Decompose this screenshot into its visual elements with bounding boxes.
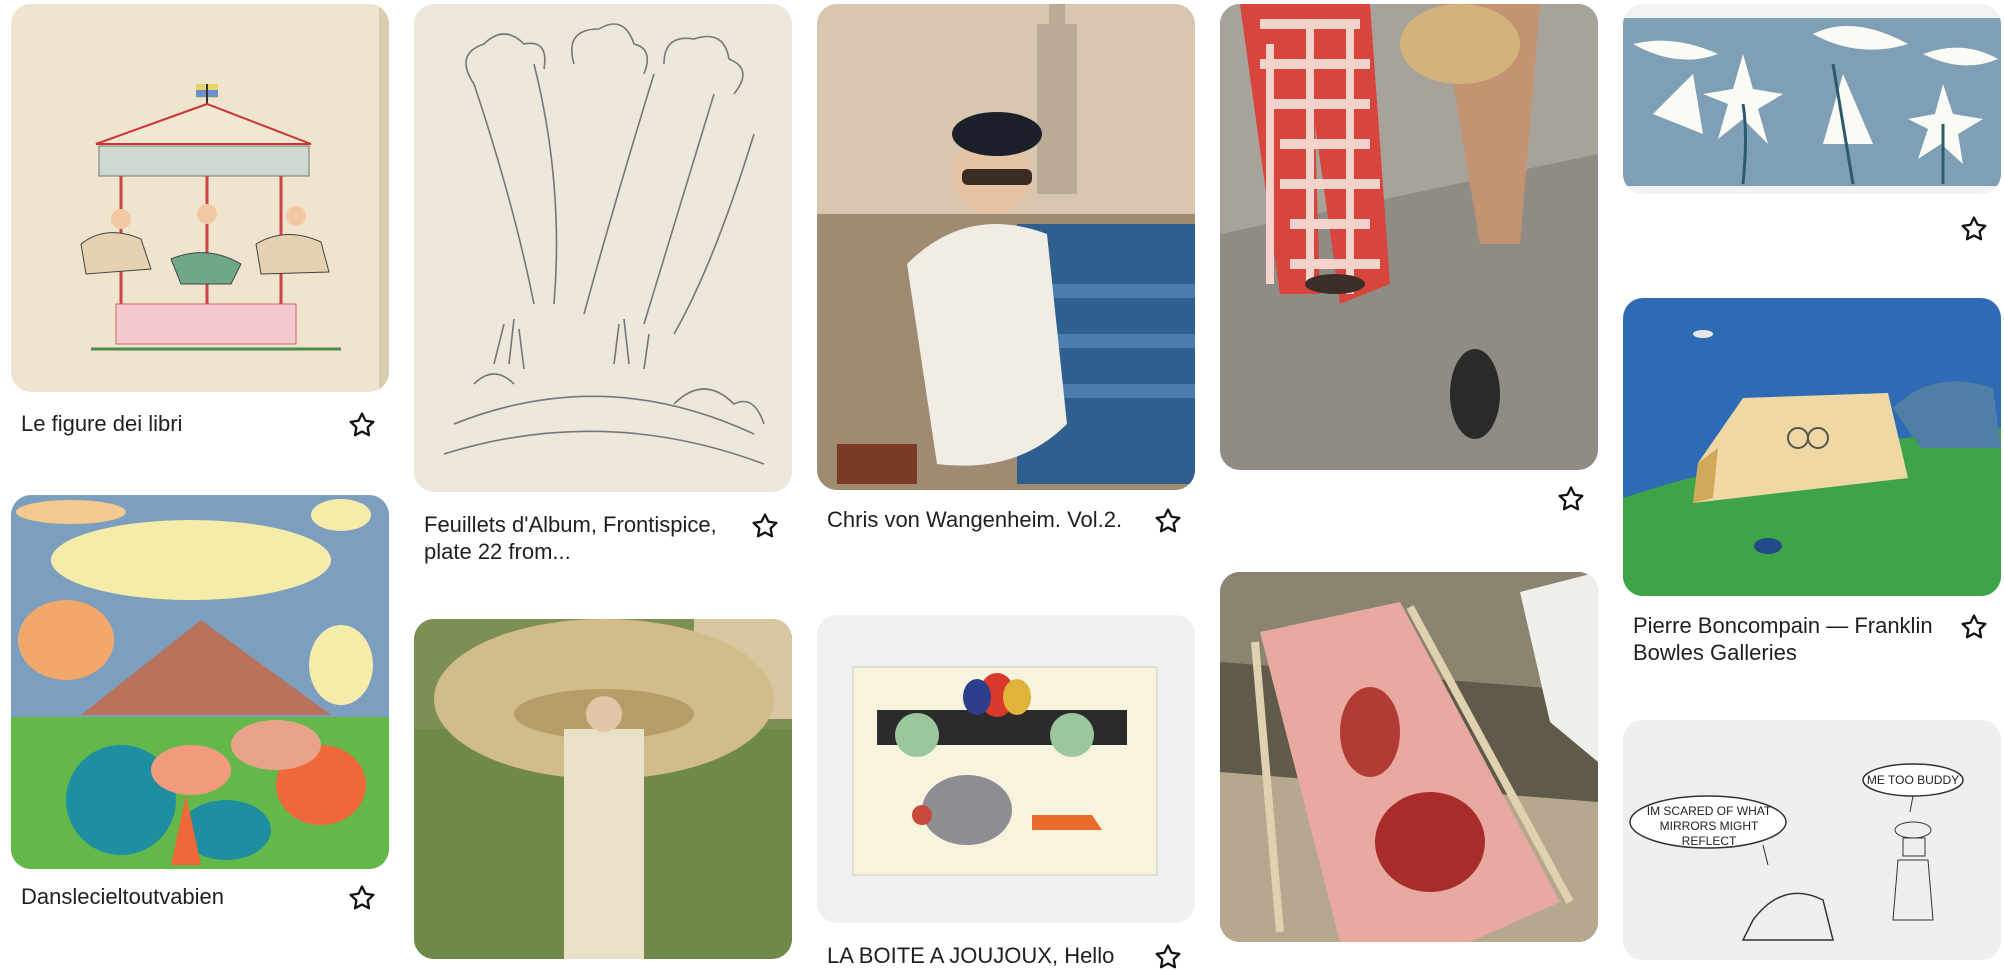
- pin-title[interactable]: Pierre Boncompain — Franklin Bowles Gall…: [1633, 612, 1933, 666]
- pin-image[interactable]: [817, 615, 1195, 923]
- star-icon[interactable]: [1959, 612, 1989, 642]
- pin-title[interactable]: Danslecieltoutvabien: [21, 883, 321, 910]
- pin-image[interactable]: [817, 4, 1195, 490]
- pin-image[interactable]: [1220, 4, 1598, 470]
- pin-title[interactable]: Le figure dei libri: [21, 410, 321, 437]
- star-icon[interactable]: [1153, 506, 1183, 536]
- pin-image[interactable]: [1623, 298, 2001, 596]
- pin-image[interactable]: [414, 619, 792, 959]
- speech-bubble-text: IM SCARED OF WHAT MIRRORS MIGHT REFLECT: [1646, 804, 1772, 848]
- speech-bubble-text: ME TOO BUDDY: [1866, 773, 1960, 787]
- pin-image[interactable]: [1220, 572, 1598, 942]
- star-icon[interactable]: [347, 410, 377, 440]
- star-icon[interactable]: [750, 511, 780, 541]
- pin-image[interactable]: [414, 4, 792, 492]
- pin-image[interactable]: [1623, 4, 2001, 194]
- star-icon[interactable]: [1153, 942, 1183, 972]
- pin-title[interactable]: LA BOITE A JOUJOUX, Hello: [827, 942, 1127, 969]
- star-icon[interactable]: [1959, 214, 1989, 244]
- star-icon[interactable]: [347, 883, 377, 913]
- pin-title[interactable]: Chris von Wangenheim. Vol.2.: [827, 506, 1127, 533]
- pin-image[interactable]: [11, 495, 389, 869]
- pin-image[interactable]: IM SCARED OF WHAT MIRRORS MIGHT REFLECT …: [1623, 720, 2001, 960]
- pin-title[interactable]: Feuillets d'Album, Frontispice, plate 22…: [424, 511, 724, 565]
- star-icon[interactable]: [1556, 484, 1586, 514]
- pin-image[interactable]: [11, 4, 389, 392]
